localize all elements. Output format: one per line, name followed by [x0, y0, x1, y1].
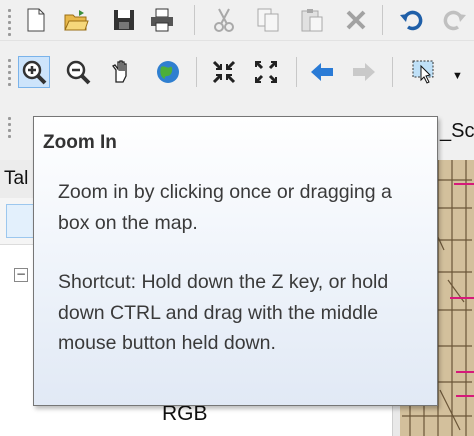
back-extent-icon	[311, 63, 333, 81]
list-by-drawing-order-icon[interactable]	[6, 204, 36, 238]
undo-button[interactable]	[396, 4, 428, 36]
cut-icon	[214, 8, 234, 32]
toolbar-grip[interactable]	[8, 56, 11, 89]
paste-button[interactable]	[296, 4, 328, 36]
map-title-fragment: _Sc	[440, 120, 474, 142]
tooltip-shortcut: Shortcut: Hold down the Z key, or hold d…	[58, 271, 389, 354]
copy-icon	[257, 8, 279, 32]
toolbar-separator	[382, 5, 383, 35]
toolbar-separator	[392, 57, 393, 87]
paste-icon	[301, 9, 323, 32]
select-features-button[interactable]	[404, 56, 444, 88]
full-extent-button[interactable]	[152, 56, 184, 88]
pan-icon	[112, 60, 127, 83]
fixed-zoom-in-icon	[212, 60, 236, 84]
zoom-out-button[interactable]	[62, 56, 94, 88]
back-extent-button[interactable]	[306, 56, 338, 88]
forward-extent-icon	[353, 63, 375, 81]
new-document-button[interactable]	[20, 4, 52, 36]
open-folder-icon	[64, 10, 89, 31]
save-button[interactable]	[108, 4, 140, 36]
open-button[interactable]	[60, 4, 92, 36]
new-document-icon	[27, 8, 45, 32]
tooltip-title: Zoom In	[43, 132, 117, 153]
copy-button[interactable]	[252, 4, 284, 36]
zoom-in-icon	[22, 60, 47, 85]
tools-toolbar: ▼	[0, 52, 474, 92]
print-button[interactable]	[146, 4, 178, 36]
save-icon	[114, 10, 134, 30]
pan-button[interactable]	[106, 56, 138, 88]
fixed-zoom-out-button[interactable]	[250, 56, 282, 88]
print-icon	[151, 8, 173, 32]
cut-button[interactable]	[208, 4, 240, 36]
tooltip-description: Zoom in by clicking once or dragging a b…	[58, 181, 392, 234]
collapse-icon[interactable]: −	[14, 268, 28, 282]
undo-icon	[400, 10, 423, 31]
zoom-in-tooltip: Zoom In Zoom in by clicking once or drag…	[33, 116, 438, 406]
toc-tab[interactable]: Tal	[0, 160, 34, 198]
delete-button[interactable]	[340, 4, 372, 36]
toolbar-separator	[296, 57, 297, 87]
zoom-in-button[interactable]	[18, 56, 50, 88]
toolbar-grip[interactable]	[8, 6, 11, 39]
zoom-out-icon	[66, 60, 91, 85]
redo-button[interactable]	[438, 4, 470, 36]
delete-icon	[346, 10, 366, 30]
chevron-down-icon[interactable]: ▼	[452, 70, 463, 82]
full-extent-icon	[157, 61, 179, 83]
toolbar-separator	[194, 5, 195, 35]
select-features-icon	[412, 60, 434, 84]
standard-toolbar	[0, 0, 474, 41]
fixed-zoom-in-button[interactable]	[208, 56, 240, 88]
redo-icon	[443, 10, 466, 31]
toolbar-grip[interactable]	[8, 114, 11, 141]
toolbar-separator	[196, 57, 197, 87]
fixed-zoom-out-icon	[254, 60, 278, 84]
forward-extent-button[interactable]	[348, 56, 380, 88]
